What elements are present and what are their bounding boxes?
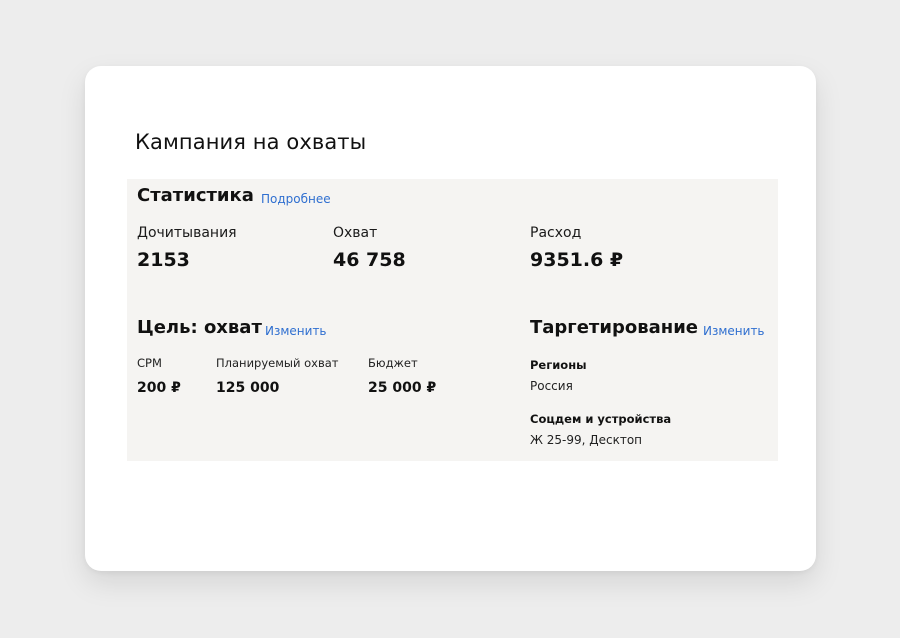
goal-value-budget: 25 000 ₽	[368, 380, 437, 396]
metric-label-reads: Дочитывания	[137, 225, 237, 241]
targeting-edit-link[interactable]: Изменить	[703, 324, 765, 338]
statistics-details-link[interactable]: Подробнее	[261, 192, 331, 206]
metric-value-reads: 2153	[137, 249, 190, 271]
goal-edit-link[interactable]: Изменить	[265, 324, 327, 338]
goal-value-cpm: 200 ₽	[137, 380, 181, 396]
goal-label-planned-reach: Планируемый охват	[216, 356, 339, 370]
metric-label-reach: Охват	[333, 225, 378, 241]
targeting-value-demographics: Ж 25-99, Десктоп	[530, 433, 643, 447]
goal-label-cpm: CPM	[137, 356, 162, 370]
metric-label-spend: Расход	[530, 225, 582, 241]
statistics-title: Статистика	[137, 185, 254, 206]
metric-value-spend: 9351.6 ₽	[530, 249, 624, 271]
campaign-details-panel: Статистика Подробнее Дочитывания 2153 Ох…	[127, 179, 778, 461]
goal-value-planned-reach: 125 000	[216, 380, 280, 396]
goal-title: Цель: охват	[137, 317, 262, 338]
targeting-title: Таргетирование	[530, 317, 699, 338]
goal-label-budget: Бюджет	[368, 356, 418, 370]
targeting-value-regions: Россия	[530, 379, 573, 393]
targeting-label-regions: Регионы	[530, 358, 587, 372]
targeting-label-demographics: Соцдем и устройства	[530, 412, 672, 426]
campaign-card: Кампания на охваты Статистика Подробнее …	[85, 66, 816, 571]
metric-value-reach: 46 758	[333, 249, 406, 271]
page-title: Кампания на охваты	[135, 130, 367, 154]
